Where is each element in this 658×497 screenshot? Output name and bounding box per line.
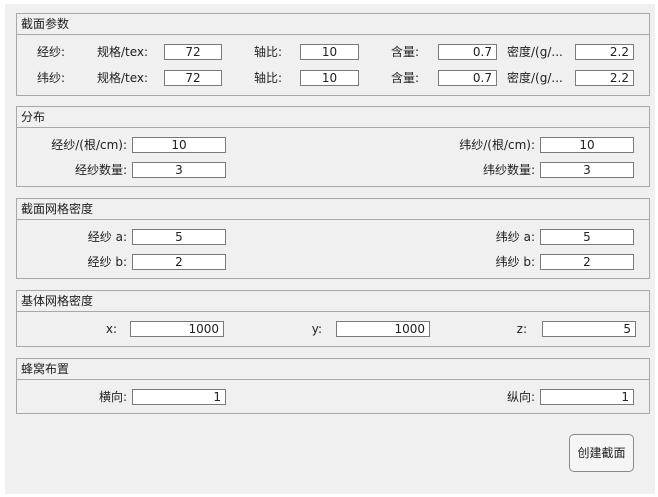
- vertical-label: 纵向:: [506, 390, 535, 404]
- weft-ratio-label: 轴比:: [254, 71, 283, 85]
- weft-content-label: 含量:: [391, 71, 420, 85]
- warp-density-per-cm-label: 经纱/(根/cm):: [51, 138, 127, 152]
- warp-a-input[interactable]: [132, 229, 226, 245]
- warp-ratio-label: 轴比:: [254, 45, 283, 59]
- distribution-title: 分布: [17, 107, 649, 128]
- warp-spec-input[interactable]: [164, 44, 222, 60]
- warp-count-label: 经纱数量:: [74, 163, 127, 177]
- section-params-title: 截面参数: [17, 14, 649, 35]
- horizontal-label: 横向:: [98, 390, 127, 404]
- horizontal-input[interactable]: [132, 389, 226, 405]
- y-label: y:: [311, 322, 322, 336]
- matrix-mesh-panel: 基体网格密度 x: y: z:: [16, 290, 650, 347]
- warp-content-label: 含量:: [391, 45, 420, 59]
- section-params-panel: 截面参数 经纱: 规格/tex: 轴比: 含量: 密度/(g/... 纬纱: 规…: [16, 13, 650, 96]
- weft-ratio-input[interactable]: [300, 70, 359, 86]
- weft-b-input[interactable]: [540, 254, 634, 270]
- warp-row-label: 经纱:: [37, 45, 66, 59]
- section-mesh-panel: 截面网格密度 经纱 a: 纬纱 a: 经纱 b: 纬纱 b:: [16, 198, 650, 279]
- z-label: z:: [516, 322, 527, 336]
- matrix-mesh-title: 基体网格密度: [17, 291, 649, 312]
- x-label: x:: [105, 322, 117, 336]
- weft-count-label: 纬纱数量:: [482, 163, 535, 177]
- weft-row-label: 纬纱:: [37, 71, 66, 85]
- weft-spec-label: 规格/tex:: [97, 71, 149, 85]
- z-input[interactable]: [542, 321, 636, 337]
- warp-count-input[interactable]: [132, 162, 226, 178]
- warp-density-per-cm-input[interactable]: [132, 137, 226, 153]
- weft-density-input[interactable]: [575, 70, 634, 86]
- warp-density-input[interactable]: [575, 44, 634, 60]
- weft-density-per-cm-input[interactable]: [540, 137, 634, 153]
- distribution-panel: 分布 经纱/(根/cm): 纬纱/(根/cm): 经纱数量: 纬纱数量:: [16, 106, 650, 187]
- x-input[interactable]: [130, 321, 224, 337]
- honeycomb-panel: 蜂窝布置 横向: 纵向:: [16, 358, 650, 414]
- weft-density-per-cm-label: 纬纱/(根/cm):: [459, 138, 535, 152]
- warp-b-label: 经纱 b:: [87, 255, 127, 269]
- vertical-input[interactable]: [540, 389, 634, 405]
- weft-a-input[interactable]: [540, 229, 634, 245]
- weft-b-label: 纬纱 b:: [495, 255, 535, 269]
- warp-content-input[interactable]: [438, 44, 497, 60]
- weft-density-label: 密度/(g/...: [507, 71, 563, 85]
- section-mesh-title: 截面网格密度: [17, 199, 649, 220]
- warp-b-input[interactable]: [132, 254, 226, 270]
- honeycomb-title: 蜂窝布置: [17, 359, 649, 380]
- weft-spec-input[interactable]: [164, 70, 222, 86]
- warp-spec-label: 规格/tex:: [97, 45, 149, 59]
- y-input[interactable]: [336, 321, 430, 337]
- warp-density-label: 密度/(g/...: [507, 45, 563, 59]
- warp-ratio-input[interactable]: [300, 44, 359, 60]
- create-section-button[interactable]: 创建截面: [569, 434, 634, 472]
- weft-content-input[interactable]: [438, 70, 497, 86]
- weft-a-label: 纬纱 a:: [495, 230, 535, 244]
- app-window: 截面参数 经纱: 规格/tex: 轴比: 含量: 密度/(g/... 纬纱: 规…: [5, 4, 655, 494]
- warp-a-label: 经纱 a:: [87, 230, 127, 244]
- weft-count-input[interactable]: [540, 162, 634, 178]
